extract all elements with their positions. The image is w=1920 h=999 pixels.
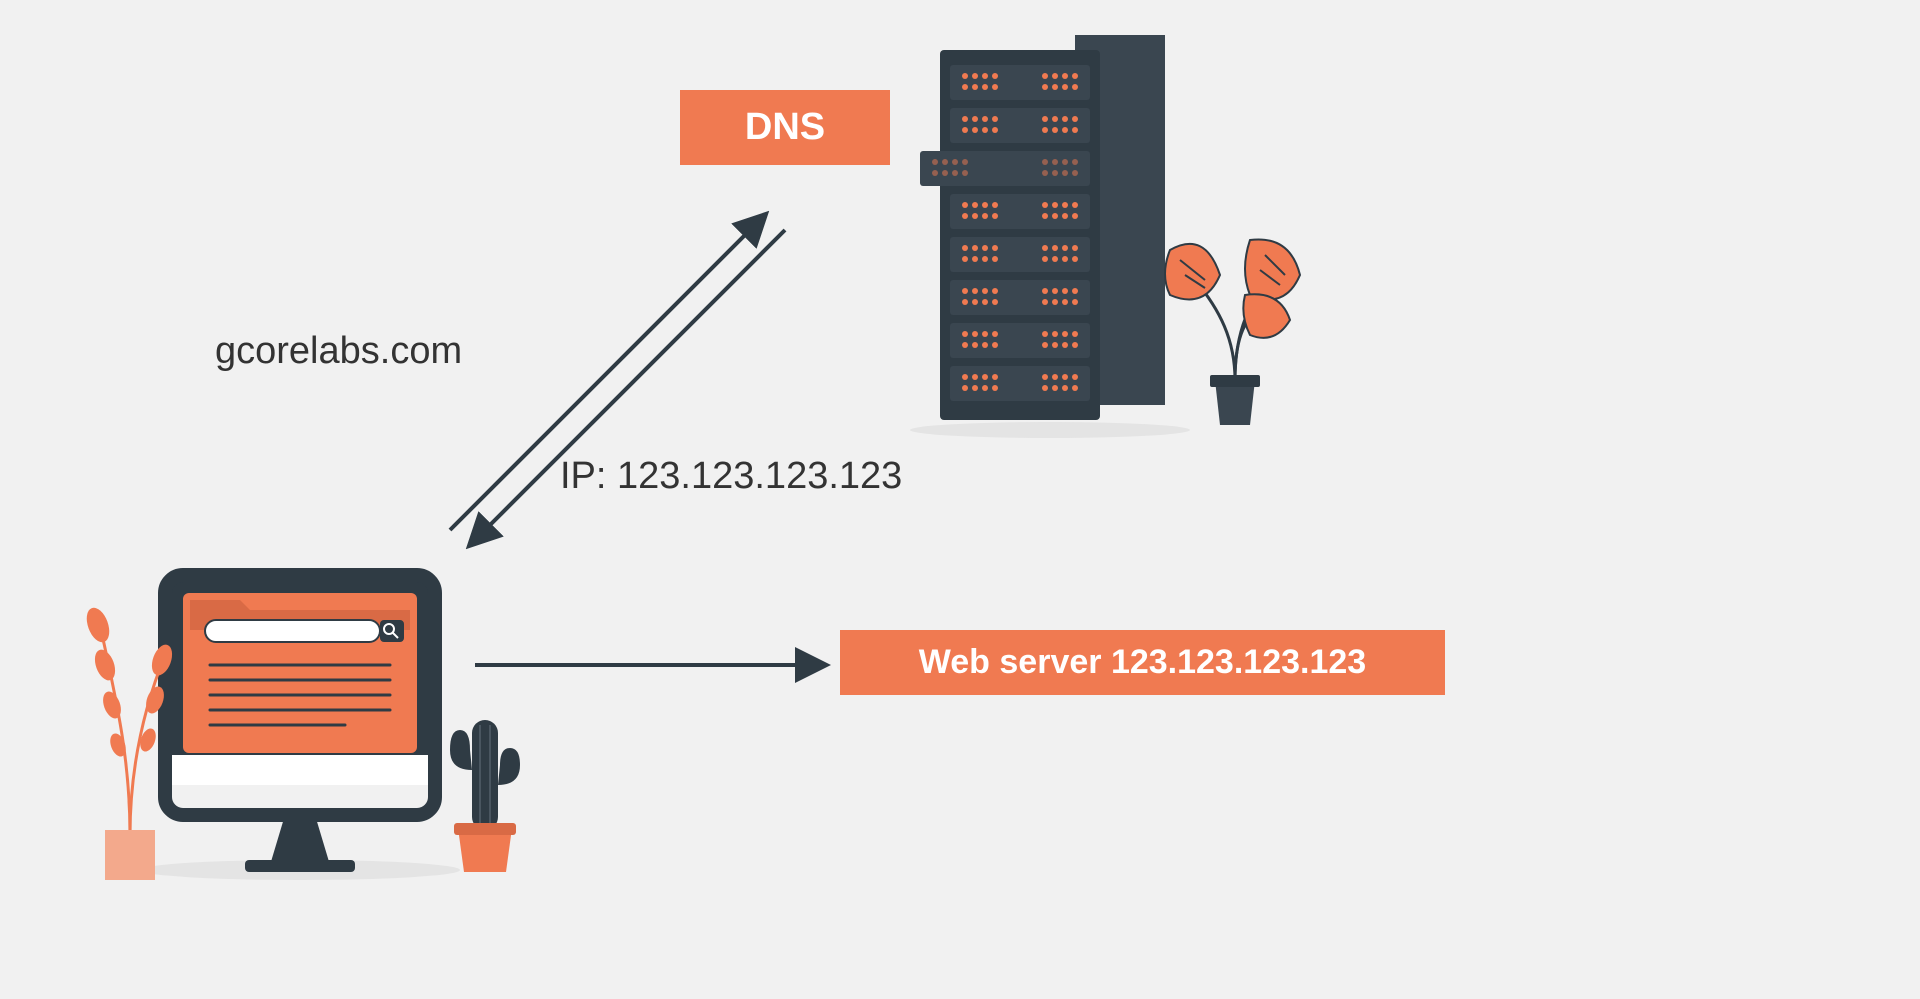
cactus-plant-icon [430, 700, 540, 880]
web-server-label-text: Web server 123.123.123.123 [919, 643, 1366, 682]
dns-label-box: DNS [680, 90, 890, 165]
left-plant-icon [70, 555, 190, 885]
arrow-client-dns [420, 180, 820, 560]
web-server-label-box: Web server 123.123.123.123 [840, 630, 1445, 695]
arrow-client-webserver [470, 645, 840, 685]
diagram-canvas: DNS gcorelabs.com IP: 123.123.123.123 We… [0, 0, 1920, 999]
monstera-plant-icon [1150, 220, 1320, 430]
dns-label-text: DNS [745, 106, 825, 149]
